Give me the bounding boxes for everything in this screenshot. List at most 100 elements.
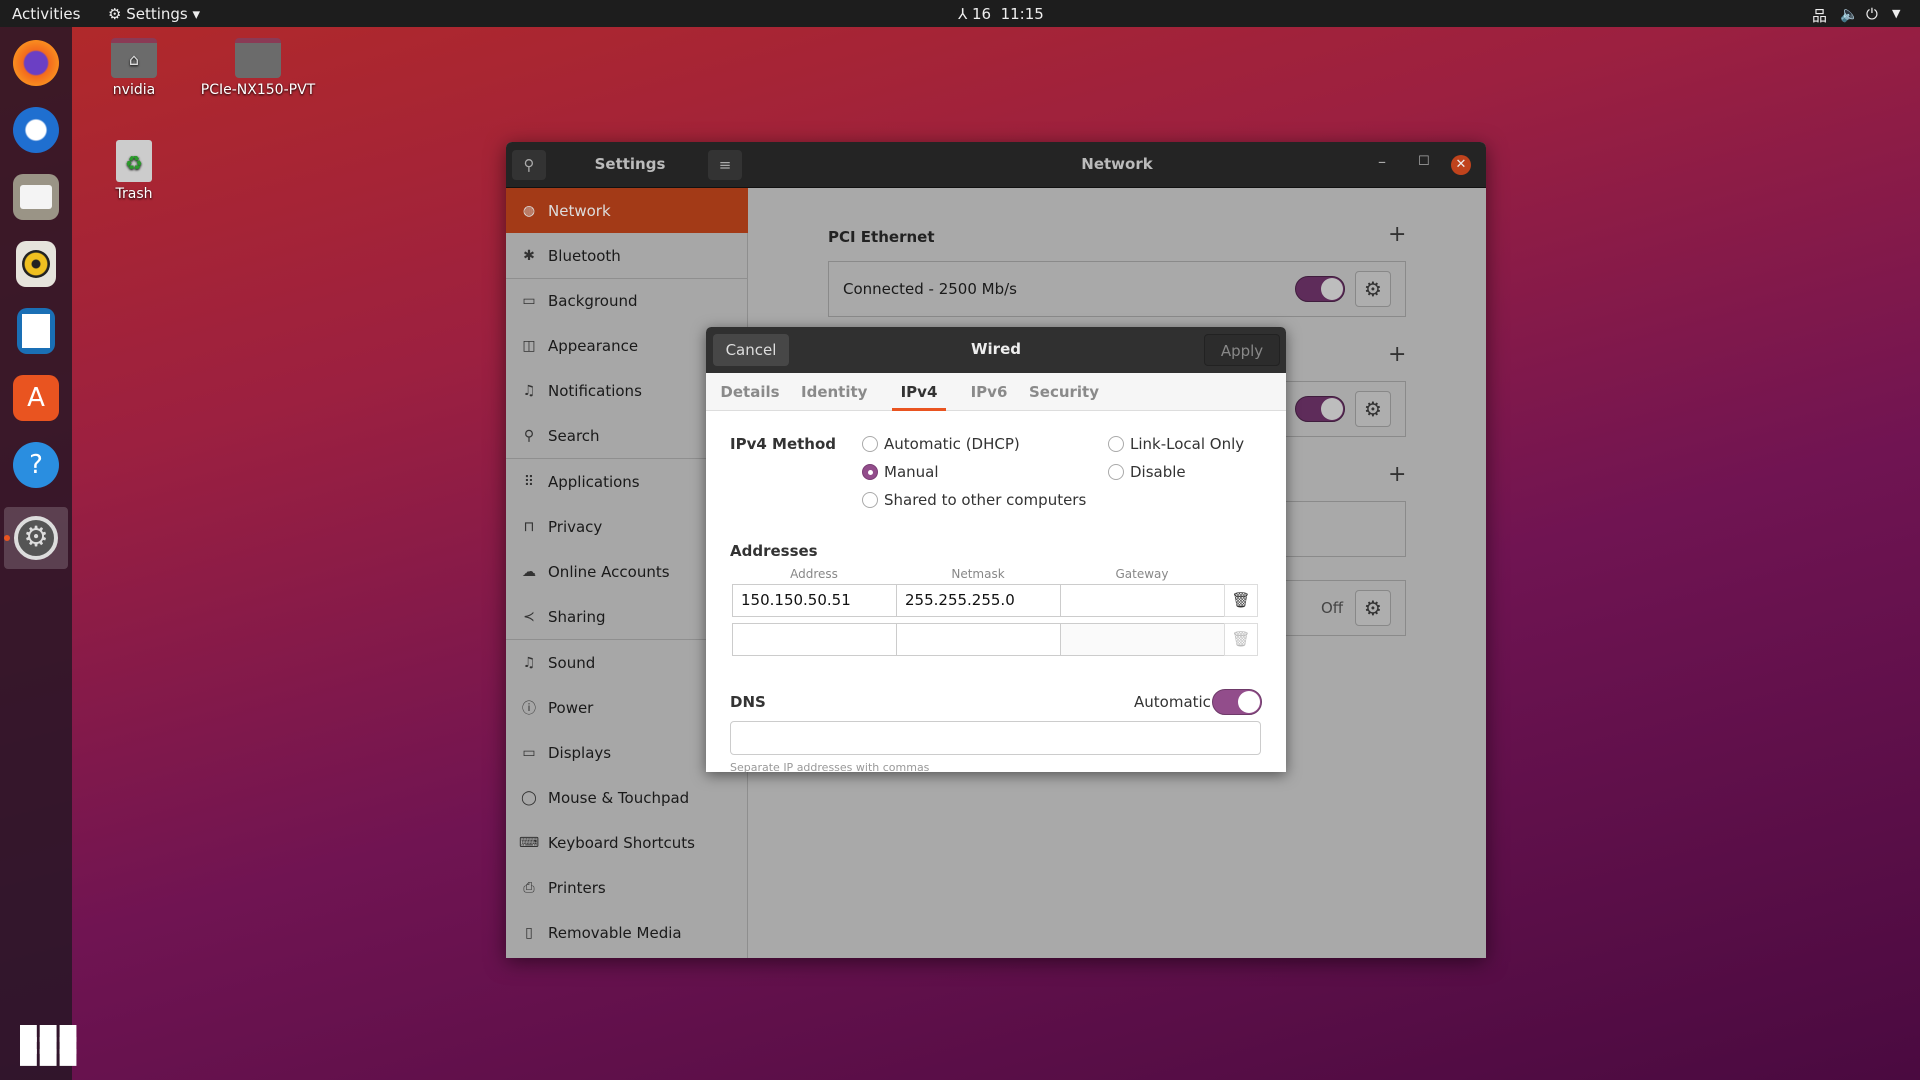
add-vpn-button[interactable]: + xyxy=(1388,462,1406,487)
column-header-netmask: Netmask xyxy=(896,567,1060,581)
cancel-button[interactable]: Cancel xyxy=(713,334,789,366)
desktop-icon-trash[interactable]: ♻Trash xyxy=(74,140,194,202)
firefox-icon[interactable] xyxy=(13,40,59,86)
sidebar-item-background[interactable]: ▭Background xyxy=(506,278,748,323)
radio-label: Link-Local Only xyxy=(1130,435,1244,453)
apply-button[interactable]: Apply xyxy=(1204,334,1280,366)
monitor-icon: ▭ xyxy=(506,293,548,309)
radio-circle xyxy=(862,436,878,452)
tab-details[interactable]: Details xyxy=(720,373,780,411)
dns-hint: Separate IP addresses with commas xyxy=(730,761,929,772)
delete-row-button[interactable]: 🗑 xyxy=(1224,584,1258,617)
desktop-icon-folder[interactable]: PCIe-NX150-PVT xyxy=(198,38,318,98)
clock[interactable]: ⅄ 16 11:15 xyxy=(958,5,1044,23)
display-icon: ▭ xyxy=(506,745,548,761)
lock-icon: ⊓ xyxy=(506,519,548,535)
dialog-tabs: Details Identity IPv4 IPv6 Security xyxy=(706,373,1286,411)
header-bar: ⚲ Settings ≡ Network – ☐ ✕ xyxy=(506,142,1486,188)
ethernet-section-title: PCI Ethernet xyxy=(828,228,935,246)
radio-manual[interactable]: Manual xyxy=(862,463,939,481)
column-header-address: Address xyxy=(732,567,896,581)
netmask-input[interactable]: 255.255.255.0 xyxy=(896,584,1061,617)
files-icon[interactable] xyxy=(13,174,59,220)
activities-button[interactable]: Activities xyxy=(12,5,80,23)
sidebar-item-network[interactable]: ◍Network xyxy=(506,188,748,233)
add-connection-button[interactable]: + xyxy=(1388,342,1406,367)
sidebar-item-mouse-touchpad[interactable]: ◯Mouse & Touchpad xyxy=(506,775,748,820)
power-icon[interactable]: ⏻ xyxy=(1866,5,1878,23)
sidebar-item-label: Network xyxy=(548,202,611,220)
radio-disable[interactable]: Disable xyxy=(1108,463,1186,481)
dock: A ? ⚙ ■■■■■■■■■ xyxy=(0,27,72,1080)
sidebar-item-label: Privacy xyxy=(548,518,602,536)
proxy-settings-button[interactable]: ⚙ xyxy=(1355,590,1391,626)
system-menu-chevron-icon[interactable]: ▼ xyxy=(1892,7,1900,20)
radio-label: Manual xyxy=(884,463,939,481)
appearance-icon: ◫ xyxy=(506,338,548,354)
thunderbird-icon[interactable] xyxy=(13,107,59,153)
address-input[interactable]: 150.150.50.51 xyxy=(732,584,897,617)
sidebar-item-label: Appearance xyxy=(548,337,638,355)
libreoffice-writer-icon[interactable] xyxy=(17,308,55,354)
radio-circle xyxy=(1108,464,1124,480)
dns-automatic-toggle[interactable] xyxy=(1212,689,1262,715)
sidebar-item-label: Applications xyxy=(548,473,640,491)
sidebar-item-printers[interactable]: ⎙Printers xyxy=(506,865,748,910)
sidebar-item-label: Mouse & Touchpad xyxy=(548,789,689,807)
sidebar-item-label: Displays xyxy=(548,744,611,762)
app-menu-label: Settings xyxy=(126,5,188,23)
add-ethernet-button[interactable]: + xyxy=(1388,222,1406,247)
running-indicator xyxy=(4,535,10,541)
delete-row-button[interactable]: 🗑 xyxy=(1224,623,1258,656)
sidebar-item-label: Keyboard Shortcuts xyxy=(548,834,695,852)
sidebar-item-label: Sharing xyxy=(548,608,606,626)
column-header-gateway: Gateway xyxy=(1060,567,1224,581)
radio-link-local[interactable]: Link-Local Only xyxy=(1108,435,1244,453)
network-status-icon[interactable]: 品 xyxy=(1812,5,1827,26)
ethernet-toggle[interactable] xyxy=(1295,276,1345,302)
search-button[interactable]: ⚲ xyxy=(512,150,546,180)
menu-button[interactable]: ≡ xyxy=(708,150,742,180)
minimize-button[interactable]: – xyxy=(1378,152,1386,171)
app-menu[interactable]: ⚙ Settings ▾ xyxy=(108,5,200,23)
sidebar-item-label: Search xyxy=(548,427,600,445)
tab-ipv4[interactable]: IPv4 xyxy=(892,373,946,411)
volume-icon[interactable]: 🔈 xyxy=(1840,5,1859,23)
sidebar-item-label: Removable Media xyxy=(548,924,682,942)
radio-shared[interactable]: Shared to other computers xyxy=(862,491,1086,509)
settings-dock-icon[interactable]: ⚙ xyxy=(4,507,68,569)
tab-ipv6[interactable]: IPv6 xyxy=(964,373,1014,411)
radio-automatic-dhcp[interactable]: Automatic (DHCP) xyxy=(862,435,1020,453)
share-icon: ≺ xyxy=(506,609,548,625)
gateway-input[interactable] xyxy=(1060,623,1225,656)
power-icon: ⓘ xyxy=(506,698,548,718)
clock-day: 16 xyxy=(972,5,991,23)
ethernet-card: Connected - 2500 Mb/s ⚙ xyxy=(828,261,1406,317)
sidebar-item-label: Printers xyxy=(548,879,606,897)
netmask-input[interactable] xyxy=(896,623,1061,656)
rhythmbox-icon[interactable] xyxy=(16,241,56,287)
printer-icon: ⎙ xyxy=(506,880,548,896)
tab-identity[interactable]: Identity xyxy=(801,373,867,411)
maximize-button[interactable]: ☐ xyxy=(1418,154,1430,169)
show-applications-icon[interactable]: ■■■■■■■■■ xyxy=(18,1027,77,1063)
ethernet-settings-button[interactable]: ⚙ xyxy=(1355,271,1391,307)
tab-security[interactable]: Security xyxy=(1026,373,1102,411)
address-input[interactable] xyxy=(732,623,897,656)
gateway-input[interactable] xyxy=(1060,584,1225,617)
connection-settings-button[interactable]: ⚙ xyxy=(1355,391,1391,427)
help-icon[interactable]: ? xyxy=(13,442,59,488)
dns-label: DNS xyxy=(730,693,766,711)
top-bar: Activities ⚙ Settings ▾ ⅄ 16 11:15 品 🔈 ⏻… xyxy=(0,0,1920,27)
sidebar-item-bluetooth[interactable]: ✱Bluetooth xyxy=(506,233,748,278)
sidebar-item-label: Bluetooth xyxy=(548,247,621,265)
ubuntu-software-icon[interactable]: A xyxy=(13,375,59,421)
connection-toggle[interactable] xyxy=(1295,396,1345,422)
close-button[interactable]: ✕ xyxy=(1451,155,1471,175)
dns-input[interactable] xyxy=(730,721,1261,755)
keyboard-icon: ⌨ xyxy=(506,835,548,851)
sidebar-item-keyboard-shortcuts[interactable]: ⌨Keyboard Shortcuts xyxy=(506,820,748,865)
grid-icon: ⠿ xyxy=(506,474,548,490)
desktop-icon-home[interactable]: ⌂nvidia xyxy=(74,38,194,98)
sidebar-item-removable-media[interactable]: ▯Removable Media xyxy=(506,910,748,955)
